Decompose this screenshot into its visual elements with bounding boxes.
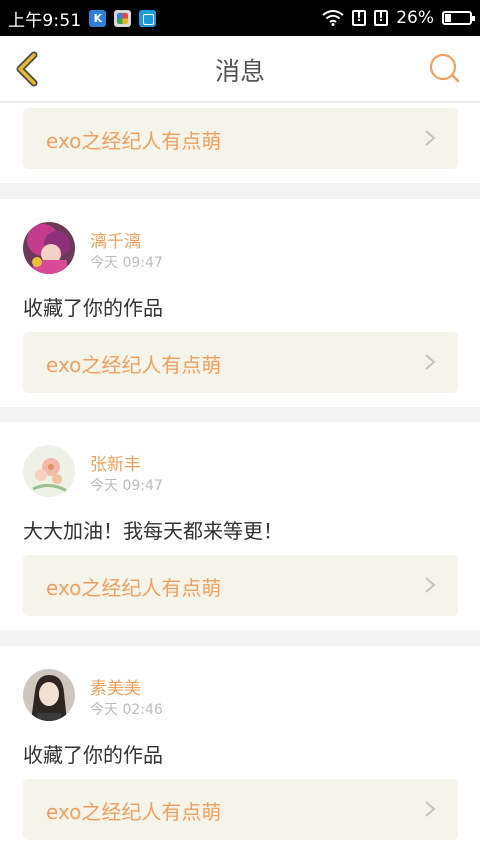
work-title: exo之经纪人有点萌 [46,353,222,377]
status-right: 26% [322,8,475,28]
app-k-icon: K [89,9,107,27]
work-link[interactable]: exo之经纪人有点萌 [23,555,458,616]
search-button[interactable] [428,52,462,86]
avatar[interactable] [23,445,75,497]
chevron-right-icon [425,801,436,817]
message-card-partial: exo之经纪人有点萌 [0,103,480,183]
top-nav-bar: 消息 [0,36,480,102]
battery-percent: 26% [396,8,434,28]
battery-icon [442,11,475,25]
status-bar: 上午9:51 K 26% [0,0,480,36]
username[interactable]: 张新丰 [90,450,141,475]
status-time: 上午9:51 [8,10,82,31]
work-title: exo之经纪人有点萌 [46,576,222,600]
message-text: 收藏了你的作品 [23,296,163,320]
message-text: 收藏了你的作品 [23,743,163,767]
work-link[interactable]: exo之经纪人有点萌 [23,108,458,169]
message-time: 今天 02:46 [90,702,163,718]
message-time: 今天 09:47 [90,255,163,271]
sim1-no-signal-icon [352,10,367,26]
message-card: 张新丰 今天 09:47 大大加油！我每天都来等更！ exo之经纪人有点萌 [0,422,480,630]
search-icon [429,53,460,83]
battery-fill [445,14,451,22]
app-scan-icon [139,9,157,27]
wifi-icon [322,10,344,26]
chevron-right-icon [425,354,436,370]
message-card: 漓千漓 今天 09:47 收藏了你的作品 exo之经纪人有点萌 [0,199,480,407]
work-title: exo之经纪人有点萌 [46,129,222,153]
avatar[interactable] [23,669,75,721]
work-link[interactable]: exo之经纪人有点萌 [23,779,458,840]
username[interactable]: 素美美 [90,674,141,699]
avatar[interactable] [23,222,75,274]
chevron-right-icon [425,577,436,593]
work-link[interactable]: exo之经纪人有点萌 [23,332,458,393]
username[interactable]: 漓千漓 [90,227,141,252]
page-title: 消息 [214,57,265,86]
message-text: 大大加油！我每天都来等更！ [23,519,283,543]
app-pinwheel-icon [114,9,132,27]
message-card: 素美美 今天 02:46 收藏了你的作品 exo之经纪人有点萌 [0,646,480,854]
message-time: 今天 09:47 [90,478,163,494]
sim2-no-signal-icon [374,10,389,26]
work-title: exo之经纪人有点萌 [46,800,222,824]
status-left: 上午9:51 K [8,6,157,31]
chevron-right-icon [425,130,436,146]
